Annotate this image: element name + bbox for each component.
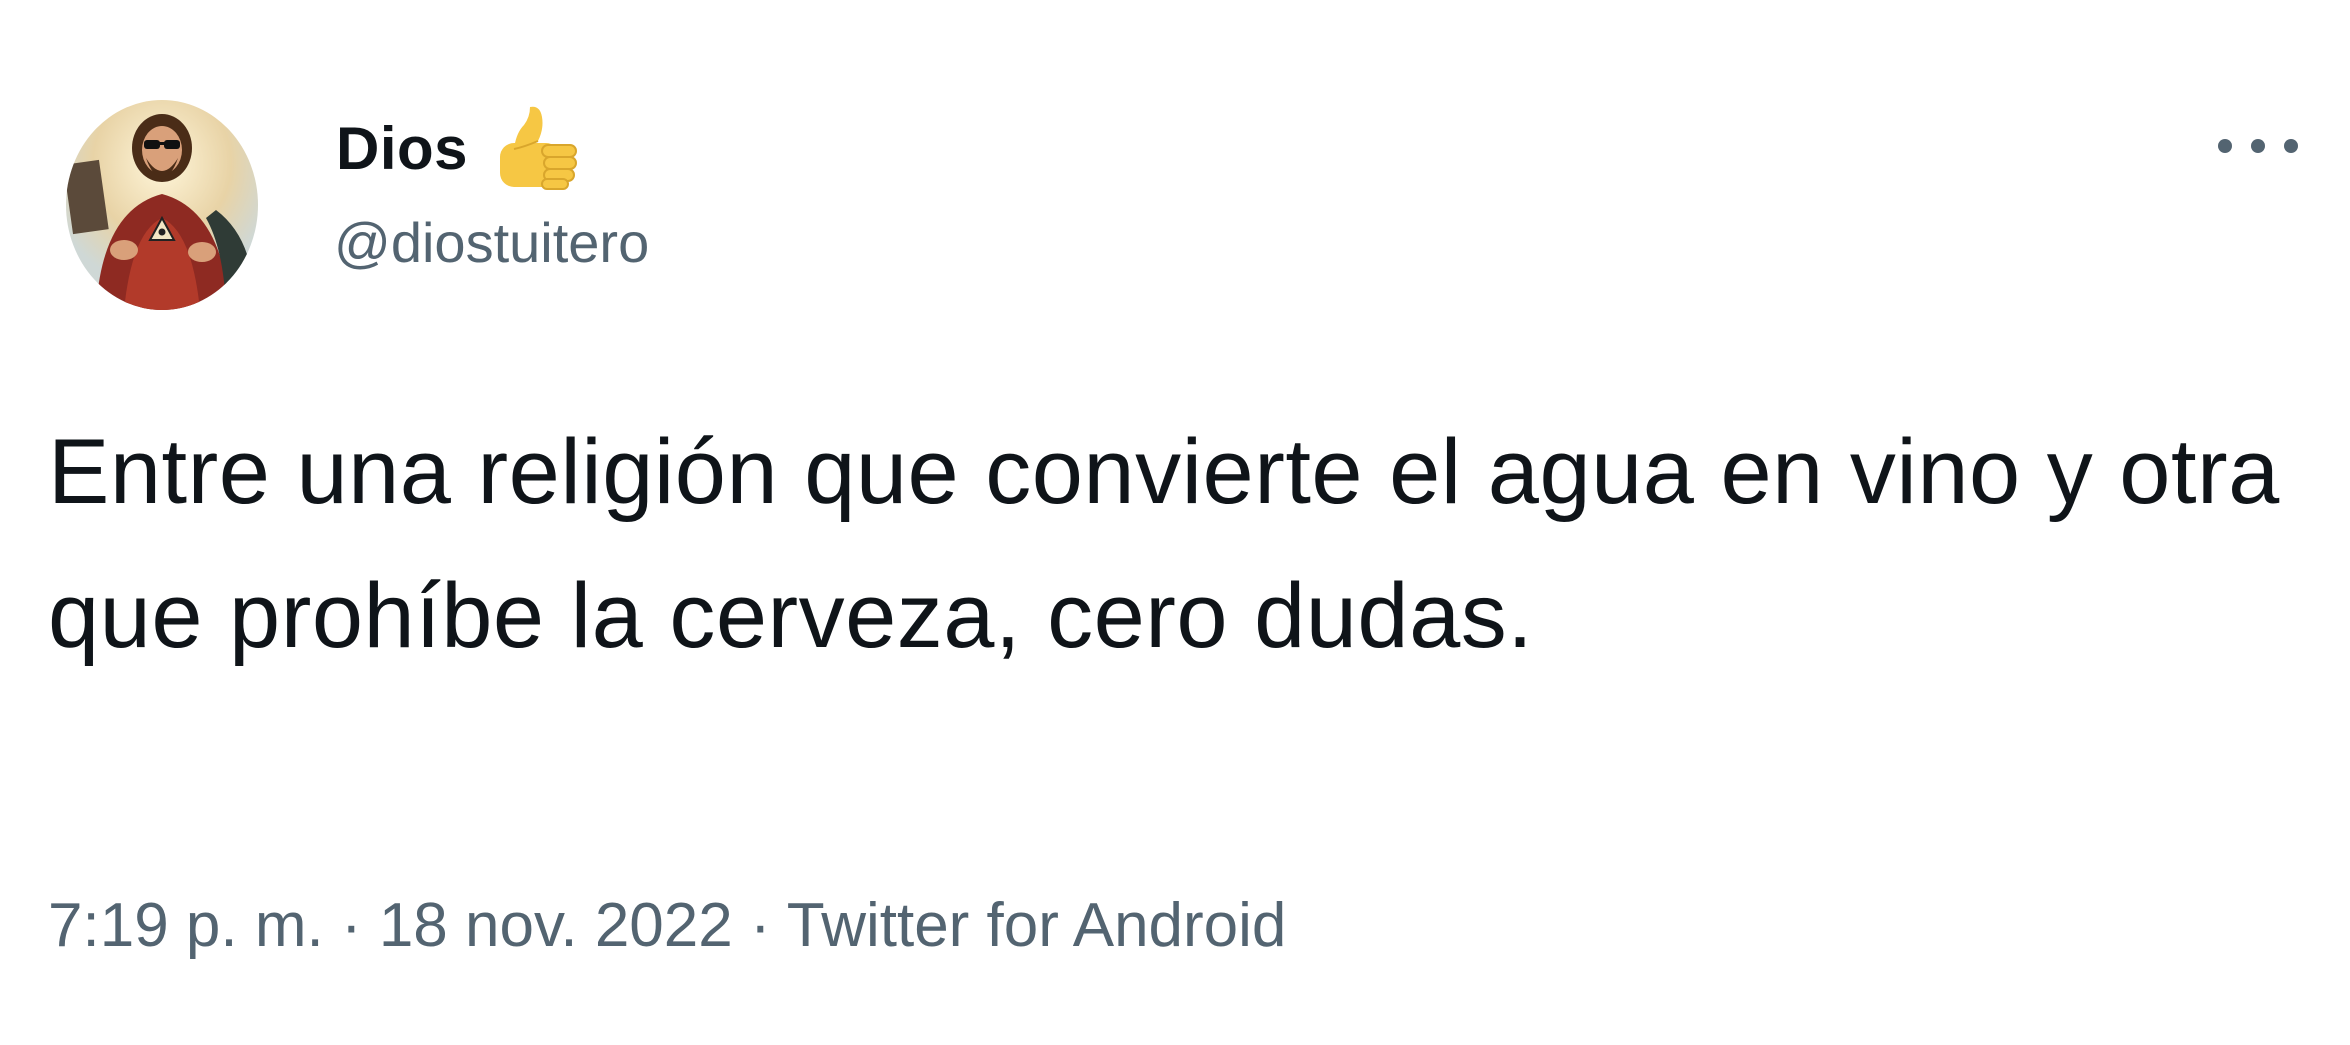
more-horizontal-icon-dot [2284,139,2298,153]
display-name-row: Dios [336,106,582,190]
thumbs-up-icon [500,106,578,190]
more-horizontal-icon-dot [2218,139,2232,153]
sacred-heart-avatar-icon [66,100,258,310]
more-options-button[interactable] [2218,128,2298,164]
tweet-source[interactable]: Twitter for Android [787,891,1287,960]
tweet-metadata: 7:19 p. m. · 18 nov. 2022 · Twitter for … [48,890,1286,961]
more-horizontal-icon-dot [2251,139,2265,153]
tweet-time[interactable]: 7:19 p. m. [48,891,324,960]
tweet-text: Entre una religión que convierte el agua… [48,421,2280,667]
user-handle[interactable]: @diostuitero [334,210,649,275]
avatar[interactable] [66,100,258,310]
meta-separator: · [749,891,787,960]
tweet-card: Dios @diostuitero Entre una religión que… [0,0,2350,1045]
display-name[interactable]: Dios [336,114,468,183]
tweet-date[interactable]: 18 nov. 2022 [379,891,733,960]
meta-separator: · [340,891,379,960]
